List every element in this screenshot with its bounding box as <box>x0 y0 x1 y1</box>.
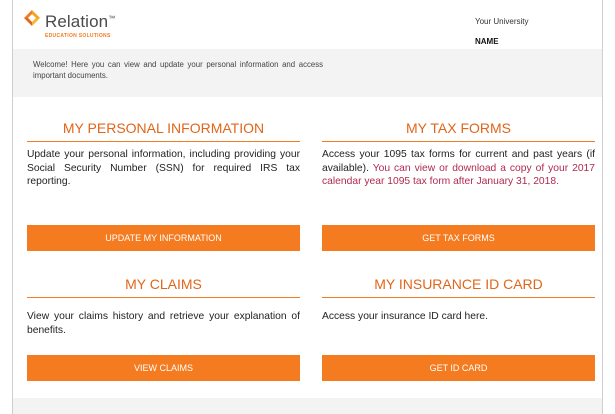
university-name: Your University <box>475 17 529 26</box>
brand-name: Relation™ <box>45 12 116 31</box>
footer-band <box>13 398 602 414</box>
brand-subtitle: EDUCATION SOLUTIONS <box>45 33 111 39</box>
personal-info-title: MY PERSONAL INFORMATION <box>27 117 300 142</box>
update-my-information-button[interactable]: UPDATE MY INFORMATION <box>27 225 300 251</box>
tax-forms-description: Access your 1095 tax forms for current a… <box>322 148 595 189</box>
get-tax-forms-button[interactable]: GET TAX FORMS <box>322 225 595 251</box>
relation-logo-icon <box>24 10 40 26</box>
header: Relation™ EDUCATION SOLUTIONS Your Unive… <box>13 0 602 48</box>
page-frame: Relation™ EDUCATION SOLUTIONS Your Unive… <box>12 0 603 414</box>
insurance-id-description: Access your insurance ID card here. <box>322 311 488 322</box>
view-claims-button[interactable]: VIEW CLAIMS <box>27 355 300 381</box>
relation-logo[interactable]: Relation™ EDUCATION SOLUTIONS <box>23 7 153 43</box>
welcome-text: Welcome! Here you can view and update yo… <box>33 60 323 80</box>
welcome-banner: Welcome! Here you can view and update yo… <box>13 49 602 97</box>
claims-description: View your claims history and retrieve yo… <box>27 311 300 336</box>
insurance-id-title: MY INSURANCE ID CARD <box>322 273 595 298</box>
get-id-card-button[interactable]: GET ID CARD <box>322 355 595 381</box>
personal-info-description: Update your personal information, includ… <box>27 149 300 187</box>
user-name: NAME <box>475 37 499 46</box>
claims-title: MY CLAIMS <box>27 273 300 298</box>
tax-forms-title: MY TAX FORMS <box>322 117 595 142</box>
